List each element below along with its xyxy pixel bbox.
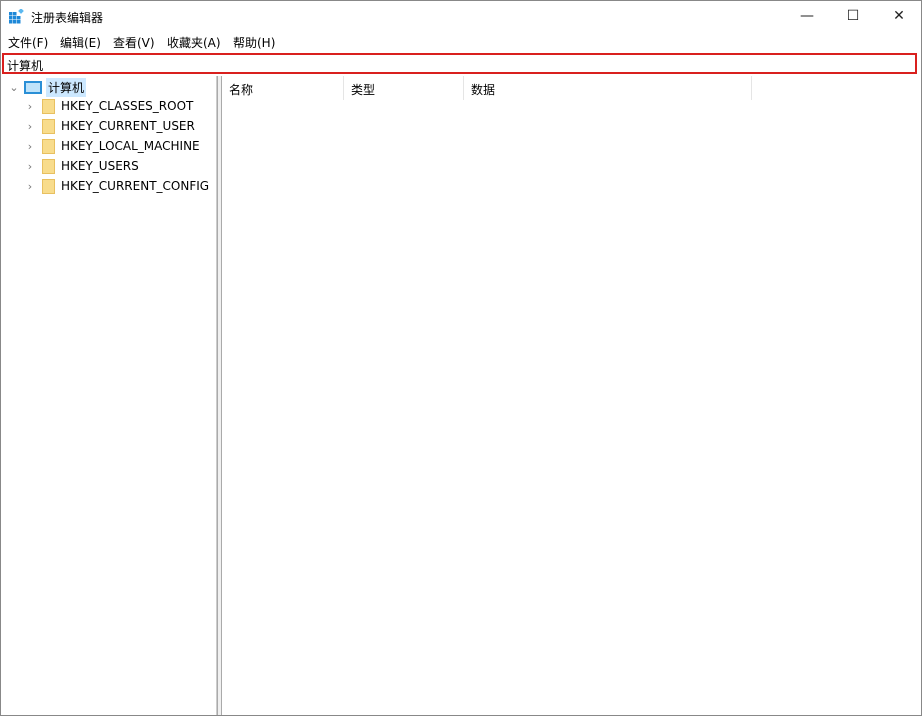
menu-bar: 文件(F) 编辑(E) 查看(V) 收藏夹(A) 帮助(H) <box>1 32 921 52</box>
tree-node-hkcr[interactable]: › HKEY_CLASSES_ROOT <box>24 96 193 116</box>
folder-icon <box>42 138 55 154</box>
menu-favorites[interactable]: 收藏夹(A) <box>167 34 221 51</box>
tree-node-label: HKEY_CURRENT_CONFIG <box>61 179 210 193</box>
chevron-right-icon[interactable]: › <box>24 120 36 133</box>
menu-file[interactable]: 文件(F) <box>8 34 48 51</box>
computer-icon <box>24 80 42 94</box>
tree-node-hkcu[interactable]: › HKEY_CURRENT_USER <box>24 116 195 136</box>
tree-node-computer[interactable]: ⌄ 计算机 <box>8 77 87 97</box>
address-bar[interactable]: 计算机 <box>2 53 917 74</box>
folder-icon <box>42 158 55 174</box>
chevron-right-icon[interactable]: › <box>24 100 36 113</box>
folder-icon <box>42 98 55 114</box>
chevron-down-icon[interactable]: ⌄ <box>8 81 20 94</box>
close-button[interactable]: ✕ <box>876 1 922 31</box>
column-header-name[interactable]: 名称 <box>222 76 344 100</box>
minimize-button[interactable]: — <box>784 1 830 31</box>
menu-view[interactable]: 查看(V) <box>113 34 155 51</box>
maximize-button[interactable]: ☐ <box>830 1 876 31</box>
tree-node-hku[interactable]: › HKEY_USERS <box>24 156 139 176</box>
registry-tree[interactable]: ⌄ 计算机 › HKEY_CLASSES_ROOT › HKEY_CURRENT_U… <box>2 76 217 715</box>
title-bar: 注册表编辑器 — ☐ ✕ <box>1 1 921 31</box>
tree-node-label: HKEY_USERS <box>61 159 139 173</box>
column-header-data[interactable]: 数据 <box>464 76 752 100</box>
window-title: 注册表编辑器 <box>31 11 104 25</box>
chevron-right-icon[interactable]: › <box>24 180 36 193</box>
menu-edit[interactable]: 编辑(E) <box>60 34 101 51</box>
values-list[interactable]: 名称 类型 数据 <box>222 76 920 715</box>
tree-node-label: HKEY_LOCAL_MACHINE <box>61 139 200 153</box>
folder-icon <box>42 178 55 194</box>
tree-node-label: HKEY_CLASSES_ROOT <box>61 99 194 113</box>
menu-help[interactable]: 帮助(H) <box>233 34 275 51</box>
column-header-type[interactable]: 类型 <box>344 76 464 100</box>
tree-node-hkcc[interactable]: › HKEY_CURRENT_CONFIG <box>24 176 209 196</box>
chevron-right-icon[interactable]: › <box>24 160 36 173</box>
registry-editor-icon <box>9 9 24 24</box>
folder-icon <box>42 118 55 134</box>
chevron-right-icon[interactable]: › <box>24 140 36 153</box>
tree-node-label: HKEY_CURRENT_USER <box>61 119 195 133</box>
tree-node-hklm[interactable]: › HKEY_LOCAL_MACHINE <box>24 136 200 156</box>
tree-node-label: 计算机 <box>46 77 87 97</box>
